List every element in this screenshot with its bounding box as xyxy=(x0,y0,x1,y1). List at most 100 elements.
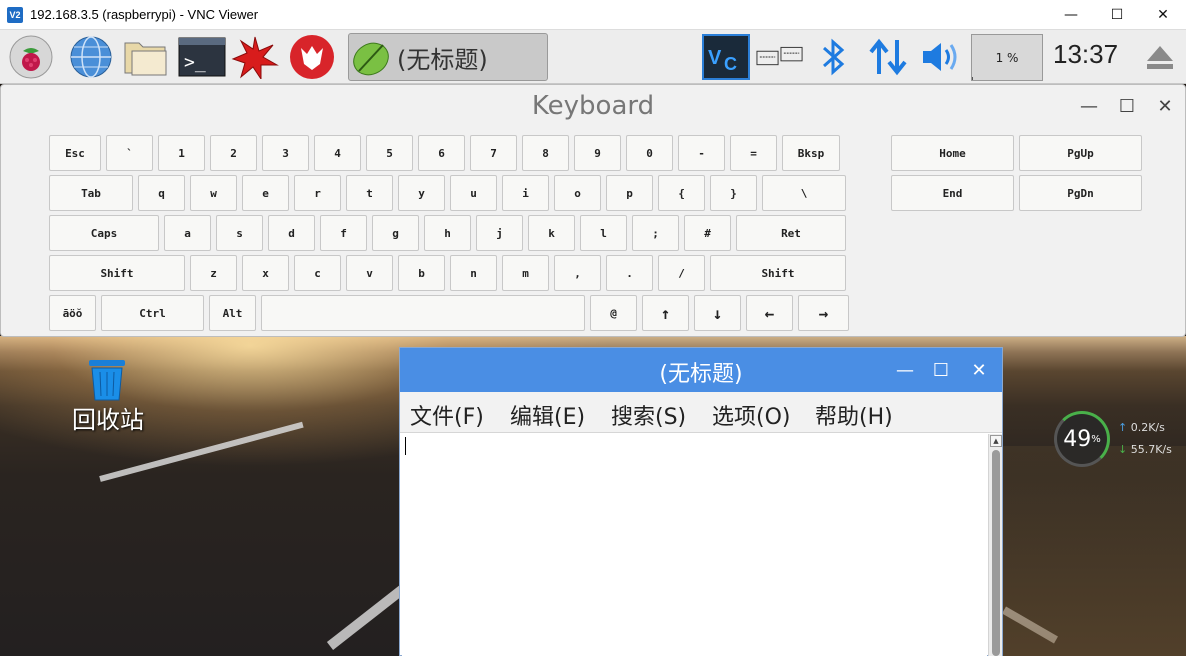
key-pgup[interactable]: PgUp xyxy=(1019,135,1142,171)
key-p[interactable]: p xyxy=(606,175,653,211)
taskbar-task-editor[interactable]: (无标题) xyxy=(348,33,548,81)
key-shift[interactable]: Shift xyxy=(49,255,185,291)
wolfram-icon[interactable] xyxy=(288,34,336,80)
key-c[interactable]: c xyxy=(294,255,341,291)
menu-edit[interactable]: 编辑(E) xyxy=(510,399,585,431)
key-l[interactable]: l xyxy=(580,215,627,251)
key-s[interactable]: s xyxy=(216,215,263,251)
key-4[interactable]: 4 xyxy=(314,135,361,171)
key-9[interactable]: 9 xyxy=(574,135,621,171)
key-6[interactable]: 6 xyxy=(418,135,465,171)
scroll-up-arrow-icon[interactable]: ▲ xyxy=(990,435,1002,447)
web-browser-icon[interactable] xyxy=(67,34,115,80)
keyboard-titlebar[interactable]: Keyboard — ☐ ✕ xyxy=(1,85,1185,127)
file-manager-icon[interactable] xyxy=(122,34,170,80)
editor-maximize-button[interactable]: ☐ xyxy=(928,357,954,383)
key-backslash[interactable]: \ xyxy=(762,175,846,211)
key-j[interactable]: j xyxy=(476,215,523,251)
keyboard-close-button[interactable]: ✕ xyxy=(1151,93,1179,119)
key-5[interactable]: 5 xyxy=(366,135,413,171)
key-z[interactable]: z xyxy=(190,255,237,291)
key-left[interactable]: ← xyxy=(746,295,793,331)
key-g[interactable]: g xyxy=(372,215,419,251)
key-2[interactable]: 2 xyxy=(210,135,257,171)
key-8[interactable]: 8 xyxy=(522,135,569,171)
key-u[interactable]: u xyxy=(450,175,497,211)
key-w[interactable]: w xyxy=(190,175,237,211)
key-ctrl[interactable]: Ctrl xyxy=(101,295,204,331)
key-f[interactable]: f xyxy=(320,215,367,251)
key-7[interactable]: 7 xyxy=(470,135,517,171)
trash-icon[interactable] xyxy=(85,358,129,402)
editor-titlebar[interactable]: (无标题) — ☐ ✕ xyxy=(400,348,1002,392)
scrollbar-thumb[interactable] xyxy=(992,450,1000,656)
clock[interactable]: 13:37 xyxy=(1053,39,1118,70)
menu-options[interactable]: 选项(O) xyxy=(712,399,790,431)
key-i[interactable]: i xyxy=(502,175,549,211)
menu-file[interactable]: 文件(F) xyxy=(410,399,484,431)
key-space[interactable] xyxy=(261,295,585,331)
key-return[interactable]: Ret xyxy=(736,215,846,251)
key-y[interactable]: y xyxy=(398,175,445,211)
mathematica-icon[interactable] xyxy=(231,34,279,80)
key-esc[interactable]: Esc xyxy=(49,135,101,171)
close-button[interactable]: ✕ xyxy=(1140,0,1186,30)
minimize-button[interactable]: — xyxy=(1048,0,1094,30)
terminal-icon[interactable]: >_ xyxy=(178,34,226,80)
key-home[interactable]: Home xyxy=(891,135,1014,171)
key-1[interactable]: 1 xyxy=(158,135,205,171)
editor-close-button[interactable]: ✕ xyxy=(966,357,992,383)
network-icon[interactable] xyxy=(864,34,912,80)
key-backspace[interactable]: Bksp xyxy=(782,135,840,171)
volume-icon[interactable] xyxy=(916,34,964,80)
key-e[interactable]: e xyxy=(242,175,289,211)
editor-scrollbar[interactable]: ▲ xyxy=(988,434,1002,656)
key-d[interactable]: d xyxy=(268,215,315,251)
key-brace-right[interactable]: } xyxy=(710,175,757,211)
key-alt[interactable]: Alt xyxy=(209,295,256,331)
key-3[interactable]: 3 xyxy=(262,135,309,171)
cpu-monitor[interactable]: 1 % xyxy=(971,34,1043,81)
editor-text-area[interactable] xyxy=(402,435,987,656)
menu-help[interactable]: 帮助(H) xyxy=(815,399,893,431)
key-equals[interactable]: = xyxy=(730,135,777,171)
key-v[interactable]: v xyxy=(346,255,393,291)
keyboard-maximize-button[interactable]: ☐ xyxy=(1113,93,1141,119)
vnc-server-icon[interactable]: VC xyxy=(702,34,750,80)
key-a[interactable]: a xyxy=(164,215,211,251)
key-right[interactable]: → xyxy=(798,295,849,331)
key-r[interactable]: r xyxy=(294,175,341,211)
key-t[interactable]: t xyxy=(346,175,393,211)
editor-minimize-button[interactable]: — xyxy=(892,357,918,383)
menu-search[interactable]: 搜索(S) xyxy=(611,399,686,431)
key-k[interactable]: k xyxy=(528,215,575,251)
key-m[interactable]: m xyxy=(502,255,549,291)
network-monitor-widget[interactable]: 49% ↑ 0.2K/s ↓ 55.7K/s xyxy=(1054,411,1186,467)
key-at[interactable]: @ xyxy=(590,295,637,331)
key-tab[interactable]: Tab xyxy=(49,175,133,211)
key-slash[interactable]: / xyxy=(658,255,705,291)
key-pgdn[interactable]: PgDn xyxy=(1019,175,1142,211)
raspberry-menu-icon[interactable] xyxy=(7,34,55,80)
bluetooth-icon[interactable] xyxy=(809,34,857,80)
key-n[interactable]: n xyxy=(450,255,497,291)
key-minus[interactable]: - xyxy=(678,135,725,171)
key-0[interactable]: 0 xyxy=(626,135,673,171)
keyboard-minimize-button[interactable]: — xyxy=(1075,93,1103,119)
key-semicolon[interactable]: ; xyxy=(632,215,679,251)
key-down[interactable]: ↓ xyxy=(694,295,741,331)
key-o[interactable]: o xyxy=(554,175,601,211)
key-backtick[interactable]: ` xyxy=(106,135,153,171)
key-b[interactable]: b xyxy=(398,255,445,291)
key-caps[interactable]: Caps xyxy=(49,215,159,251)
key-q[interactable]: q xyxy=(138,175,185,211)
key-comma[interactable]: , xyxy=(554,255,601,291)
key-x[interactable]: x xyxy=(242,255,289,291)
keyboard-icon[interactable] xyxy=(756,34,804,80)
key-up[interactable]: ↑ xyxy=(642,295,689,331)
eject-icon[interactable] xyxy=(1136,34,1184,80)
maximize-button[interactable]: ☐ xyxy=(1094,0,1140,30)
key-end[interactable]: End xyxy=(891,175,1014,211)
key-accents[interactable]: āöŏ xyxy=(49,295,96,331)
key-shift[interactable]: Shift xyxy=(710,255,846,291)
